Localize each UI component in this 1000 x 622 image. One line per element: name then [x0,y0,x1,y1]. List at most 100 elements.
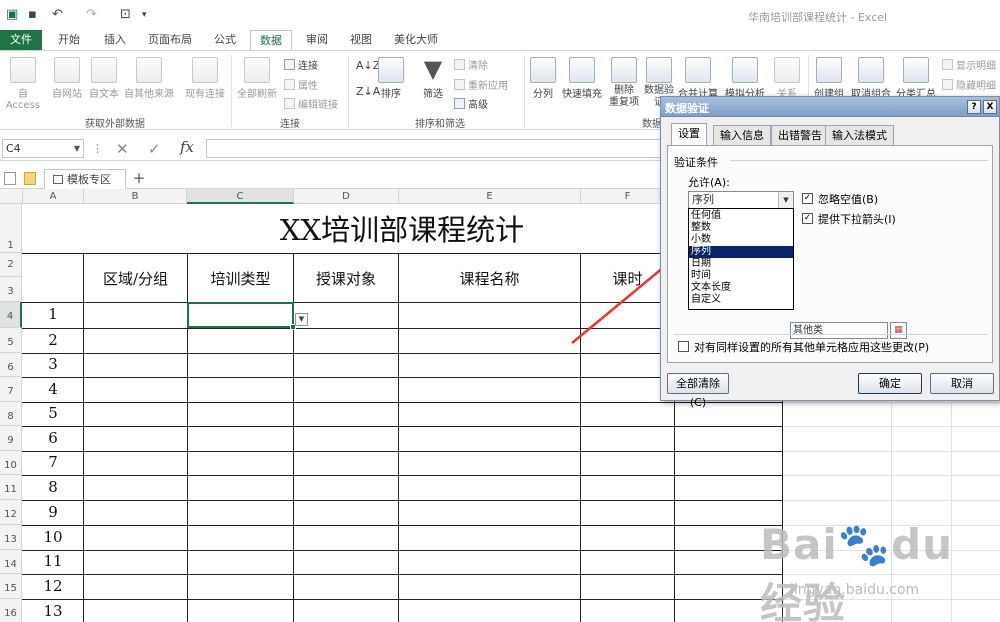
option-custom[interactable]: 自定义 [689,294,793,306]
row-number-cell[interactable]: 6 [23,429,83,447]
tab-template-zone[interactable]: 模板专区 [44,169,126,189]
row-header[interactable]: 5 [0,328,22,353]
tab-ime-mode[interactable]: 输入法模式 [825,125,894,145]
dialog-title-bar[interactable]: 数据验证 ? X [661,97,999,117]
tab-home[interactable]: 开始 [50,30,88,50]
sort-button[interactable]: 排序 [376,57,406,100]
tab-data[interactable]: 数据 [250,30,292,51]
flash-fill-button[interactable]: 快速填充 [560,57,604,100]
add-tab-button[interactable]: + [130,169,148,189]
edit-links-button[interactable]: 编辑链接 [284,96,338,111]
option-decimal[interactable]: 小数 [689,234,793,246]
hide-detail-button[interactable]: 隐藏明细 [942,77,996,92]
row-header[interactable]: 3 [0,277,22,302]
properties-button[interactable]: 属性 [284,77,318,92]
row-number-cell[interactable]: 11 [23,552,83,570]
column-header[interactable]: E [399,189,581,204]
row-header[interactable]: 9 [0,426,22,451]
row-number-cell[interactable]: 2 [23,331,83,349]
clear-filter-button[interactable]: 清除 [454,57,488,72]
column-header[interactable]: B [84,189,187,204]
refresh-all-button[interactable]: 全部刷新 [234,57,280,100]
cancel-icon[interactable]: ✕ [116,140,129,158]
row-header[interactable]: 11 [0,475,22,500]
existing-connections-button[interactable]: 现有连接 [182,57,228,100]
print-preview-icon[interactable]: ⊡ [120,7,131,22]
tab-insert[interactable]: 插入 [96,30,134,50]
row-header[interactable]: 15 [0,574,22,599]
option-time[interactable]: 时间 [689,270,793,282]
source-input[interactable]: 其他类 [790,322,888,339]
tab-file[interactable]: 文件 [0,30,42,50]
row-header[interactable]: 14 [0,550,22,574]
what-if-button[interactable]: 模拟分析 [722,57,768,100]
reapply-button[interactable]: 重新应用 [454,77,508,92]
row-number-cell[interactable]: 13 [23,602,83,620]
from-access-button[interactable]: 自 Access [0,57,46,111]
new-document-icon[interactable] [4,172,16,185]
in-cell-dropdown-checkbox[interactable]: ✓ [802,213,813,224]
advanced-filter-button[interactable]: 高级 [454,96,488,111]
row-header[interactable]: 1 [0,204,22,253]
row-number-cell[interactable]: 8 [23,478,83,496]
row-number-cell[interactable]: 7 [23,453,83,471]
row-number-cell[interactable]: 4 [23,380,83,398]
row-header[interactable]: 7 [0,377,22,402]
from-text-button[interactable]: 自文本 [86,57,122,100]
tab-formulas[interactable]: 公式 [206,30,244,50]
filter-button[interactable]: ▼ 筛选 [418,57,448,100]
tab-review[interactable]: 审阅 [298,30,336,50]
insert-function-icon[interactable]: fx [180,138,194,156]
tab-error-alert[interactable]: 出错警告 [771,125,829,145]
enter-icon[interactable]: ✓ [148,140,161,158]
row-number-cell[interactable]: 1 [23,305,83,323]
ok-button[interactable]: 确定 [858,373,922,394]
row-header[interactable]: 16 [0,599,22,622]
row-header[interactable]: 6 [0,353,22,377]
customize-qa-icon[interactable]: ▾ [142,10,147,20]
apply-all-checkbox[interactable] [678,341,689,352]
save-icon[interactable]: ▪ [28,7,37,22]
clear-all-button[interactable]: 全部清除(C) [667,373,729,409]
connections-button[interactable]: 连接 [284,57,318,72]
cancel-button[interactable]: 取消 [930,373,994,394]
subtotal-button[interactable]: 分类汇总 [894,57,938,100]
from-other-button[interactable]: 自其他来源 [122,57,176,100]
header-cell[interactable]: 培训类型 [188,259,293,299]
undo-icon[interactable]: ↶ [52,7,63,22]
column-header[interactable]: A [23,189,84,204]
redo-icon[interactable]: ↷ [86,7,97,22]
row-number-cell[interactable]: 12 [23,577,83,595]
tab-settings[interactable]: 设置 [671,123,707,146]
remove-duplicates-button[interactable]: 删除 重复项 [606,57,642,109]
ungroup-button[interactable]: 取消组合 [848,57,894,100]
tab-beautify[interactable]: 美化大师 [388,30,444,50]
header-cell[interactable]: 区域/分组 [84,259,187,299]
row-number-cell[interactable]: 9 [23,503,83,521]
option-text-length[interactable]: 文本长度 [689,282,793,294]
name-box[interactable]: C4 ▼ [2,139,84,158]
row-header[interactable]: 4 [0,302,22,328]
group-button[interactable]: 创建组 [812,57,846,100]
help-button[interactable]: ? [967,100,981,114]
select-all-corner[interactable] [0,189,23,204]
tab-page-layout[interactable]: 页面布局 [142,30,198,50]
from-web-button[interactable]: 自网站 [48,57,86,100]
row-header[interactable]: 8 [0,402,22,426]
ignore-blank-checkbox[interactable]: ✓ [802,193,813,204]
row-header[interactable]: 12 [0,500,22,525]
header-cell[interactable]: 课程名称 [399,259,580,299]
formula-input[interactable] [206,139,666,158]
active-cell-c4[interactable] [187,302,296,330]
option-date[interactable]: 日期 [689,258,793,270]
tab-view[interactable]: 视图 [342,30,380,50]
show-detail-button[interactable]: 显示明细 [942,57,996,72]
text-to-columns-button[interactable]: 分列 [528,57,558,100]
column-header[interactable]: D [294,189,399,204]
row-number-cell[interactable]: 10 [23,528,83,546]
option-list[interactable]: 序列 [689,246,793,258]
column-header[interactable]: C [187,189,294,204]
option-any-value[interactable]: 任何值 [689,210,793,222]
cell-dropdown-arrow-icon[interactable]: ▼ [295,313,308,326]
row-number-cell[interactable]: 5 [23,404,83,422]
